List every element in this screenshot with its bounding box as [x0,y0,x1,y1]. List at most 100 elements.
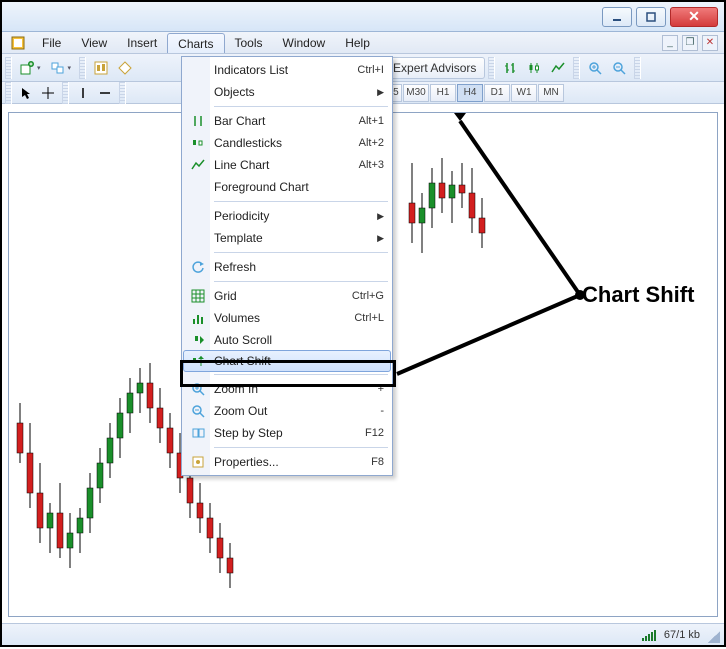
auto-scroll-icon [188,331,208,349]
menu-insert[interactable]: Insert [117,32,167,53]
menu-line-chart[interactable]: Line Chart Alt+3 [184,154,390,176]
menu-template[interactable]: Template ▶ [184,227,390,249]
bar-chart-button[interactable] [498,57,522,79]
navigator-icon [118,61,132,75]
menu-help[interactable]: Help [335,32,380,53]
tf-d1[interactable]: D1 [484,84,510,102]
menu-refresh[interactable]: Refresh [184,256,390,278]
menu-auto-scroll[interactable]: Auto Scroll [184,329,390,351]
foreground-icon [188,178,208,196]
menu-candlesticks[interactable]: Candlesticks Alt+2 [184,132,390,154]
menu-step-by-step[interactable]: Step by Step F12 [184,422,390,444]
properties-icon [188,453,208,471]
menu-volumes[interactable]: Volumes Ctrl+L [184,307,390,329]
crosshair-icon [42,87,54,99]
menu-bar: File View Insert Charts Tools Window Hel… [2,32,724,54]
menu-file[interactable]: File [32,32,71,53]
menu-zoom-in[interactable]: Zoom In + [184,378,390,400]
indicators-icon [188,61,208,79]
horizontal-line-button[interactable] [94,82,116,104]
toolbar-grip[interactable] [79,57,86,79]
menu-foreground-chart[interactable]: Foreground Chart [184,176,390,198]
menu-periodicity[interactable]: Periodicity ▶ [184,205,390,227]
menu-zoom-out[interactable]: Zoom Out - [184,400,390,422]
cursor-button[interactable] [15,82,37,104]
menu-objects[interactable]: Objects ▶ [184,81,390,103]
tf-mn[interactable]: MN [538,84,564,102]
menu-separator [214,281,388,282]
menu-separator [214,201,388,202]
candlestick-icon [188,134,208,152]
menu-separator [214,252,388,253]
menu-grid[interactable]: Grid Ctrl+G [184,285,390,307]
menu-separator [214,374,388,375]
connection-bars-icon [642,629,656,641]
candlestick-icon [527,61,541,75]
objects-icon [188,83,208,101]
volumes-icon [188,309,208,327]
tf-h4[interactable]: H4 [457,84,483,102]
submenu-arrow-icon: ▶ [377,211,384,222]
hline-icon [99,87,111,99]
toolbar-grip[interactable] [119,82,126,104]
close-button[interactable]: ✕ [670,7,718,27]
grid-icon [188,287,208,305]
app-icon [8,32,28,53]
menu-charts[interactable]: Charts [167,33,224,53]
chart-shift-icon [188,352,208,370]
tf-h1[interactable]: H1 [430,84,456,102]
submenu-arrow-icon: ▶ [377,233,384,244]
refresh-icon [188,258,208,276]
zoom-in-button[interactable] [583,57,607,79]
periodicity-icon [188,207,208,225]
market-watch-button[interactable] [89,57,113,79]
status-bar: 67/1 kb [2,623,724,645]
zoom-out-icon [612,61,626,75]
bar-chart-icon [503,61,517,75]
profiles-button[interactable]: ▾ [46,57,77,79]
step-icon [188,424,208,442]
toolbar-grip[interactable] [5,82,12,104]
tf-m30[interactable]: M30 [403,84,429,102]
navigator-button[interactable] [113,57,137,79]
candlestick-button[interactable] [522,57,546,79]
line-chart-button[interactable] [546,57,570,79]
market-watch-icon [94,61,108,75]
zoom-out-icon [188,402,208,420]
toolbar-grip[interactable] [573,57,580,79]
cursor-icon [20,87,32,99]
submenu-arrow-icon: ▶ [377,87,384,98]
zoom-in-icon [588,61,602,75]
menu-chart-shift[interactable]: Chart Shift [183,350,391,372]
tf-w1[interactable]: W1 [511,84,537,102]
mdi-controls: _ ❐ ✕ [662,32,718,53]
bar-chart-icon [188,112,208,130]
toolbar-grip[interactable] [62,82,69,104]
maximize-button[interactable] [636,7,666,27]
menu-separator [214,447,388,448]
resize-grip[interactable] [708,631,720,643]
toolbar-grip[interactable] [634,57,641,79]
zoom-in-icon [188,380,208,398]
mdi-restore-button[interactable]: ❐ [682,35,698,51]
menu-bar-chart[interactable]: Bar Chart Alt+1 [184,110,390,132]
mdi-close-button[interactable]: ✕ [702,35,718,51]
line-chart-icon [188,156,208,174]
menu-properties[interactable]: Properties... F8 [184,451,390,473]
mdi-minimize-button[interactable]: _ [662,35,678,51]
zoom-out-button[interactable] [607,57,631,79]
crosshair-button[interactable] [37,82,59,104]
menu-indicators-list[interactable]: Indicators List Ctrl+I [184,59,390,81]
minimize-button[interactable] [602,7,632,27]
menu-tools[interactable]: Tools [225,32,273,53]
template-icon [188,229,208,247]
toolbar-grip[interactable] [5,57,12,79]
vertical-line-button[interactable] [72,82,94,104]
line-chart-icon [551,61,565,75]
menu-window[interactable]: Window [273,32,336,53]
ea-label: Expert Advisors [393,61,476,75]
toolbar-grip[interactable] [488,57,495,79]
menu-view[interactable]: View [71,32,117,53]
charts-dropdown: Indicators List Ctrl+I Objects ▶ Bar Cha… [181,56,393,476]
new-chart-button[interactable]: ▾ [15,57,46,79]
